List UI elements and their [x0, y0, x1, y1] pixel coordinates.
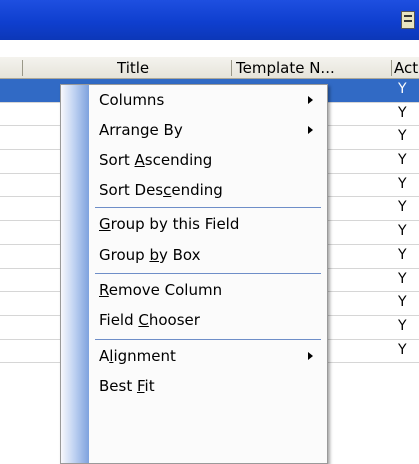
menu-item-label: Sort — [99, 151, 135, 169]
submenu-arrow-icon — [308, 96, 313, 104]
active-cell: Y — [398, 175, 407, 192]
menu-item-remove-column[interactable]: Remove Column — [89, 275, 327, 305]
menu-item-label: scending — [144, 151, 213, 169]
column-separator[interactable] — [391, 60, 392, 76]
column-separator[interactable] — [231, 60, 232, 76]
column-separator[interactable] — [22, 60, 23, 76]
active-cell: Y — [398, 246, 407, 263]
menu-item-label: hooser — [148, 311, 200, 329]
active-cell: Y — [398, 294, 407, 311]
menu-item-sort-ascending[interactable]: Sort Ascending — [89, 145, 327, 175]
grid-header-row: Title Template N... Active — [0, 57, 419, 79]
menu-item-mnemonic: F — [136, 377, 145, 395]
column-header-active[interactable]: Active — [394, 57, 419, 79]
menu-separator — [95, 273, 321, 274]
menu-item-field-chooser[interactable]: Field Chooser — [89, 305, 327, 335]
active-cell: Y — [398, 128, 407, 145]
column-context-menu: Columns Arrange By Sort Ascending Sort D… — [60, 84, 328, 464]
submenu-arrow-icon — [308, 126, 313, 134]
menu-item-label: Arrange By — [99, 121, 183, 139]
menu-item-mnemonic: b — [149, 246, 159, 264]
submenu-arrow-icon — [308, 352, 313, 360]
menu-item-label: Sort Des — [99, 181, 164, 199]
menu-item-label: ending — [171, 181, 223, 199]
menu-item-label: emove Column — [108, 281, 223, 299]
menu-item-mnemonic: G — [99, 215, 111, 233]
active-cell: Y — [398, 104, 407, 121]
column-header-title[interactable]: Title — [117, 57, 149, 79]
active-cell: Y — [398, 223, 407, 240]
menu-item-label: A — [99, 347, 110, 365]
menu-item-label: ignment — [113, 347, 176, 365]
menu-item-group-by-field[interactable]: Group by this Field — [89, 209, 327, 239]
active-cell: Y — [398, 152, 407, 169]
menu-item-label: y Box — [158, 246, 201, 264]
menu-item-label: Field — [99, 311, 139, 329]
window-app-icon[interactable] — [401, 11, 415, 29]
menu-item-label: it — [144, 377, 155, 395]
menu-item-sort-descending[interactable]: Sort Descending — [89, 175, 327, 205]
active-cell: Y — [398, 199, 407, 216]
active-cell: Y — [398, 81, 407, 97]
menu-item-mnemonic: R — [99, 281, 109, 299]
menu-separator — [95, 339, 321, 340]
menu-item-label: roup by this Field — [110, 215, 240, 233]
menu-item-best-fit[interactable]: Best Fit — [89, 371, 327, 401]
menu-item-alignment[interactable]: Alignment — [89, 341, 327, 371]
menu-item-mnemonic: C — [138, 311, 149, 329]
menu-item-columns[interactable]: Columns — [89, 85, 327, 115]
menu-item-arrange-by[interactable]: Arrange By — [89, 115, 327, 145]
menu-item-label: Best — [99, 377, 137, 395]
menu-item-label: Columns — [99, 91, 165, 109]
menu-item-group-by-box[interactable]: Group by Box — [89, 240, 327, 270]
menu-item-mnemonic: A — [134, 151, 145, 169]
column-header-template-name[interactable]: Template N... — [236, 57, 388, 79]
menu-separator — [95, 207, 321, 208]
active-cell: Y — [398, 341, 407, 358]
menu-item-label: Group — [99, 246, 150, 264]
window-title-bar — [0, 0, 419, 40]
menu-icon-gutter — [61, 85, 89, 463]
active-cell: Y — [398, 317, 407, 334]
active-cell: Y — [398, 270, 407, 287]
